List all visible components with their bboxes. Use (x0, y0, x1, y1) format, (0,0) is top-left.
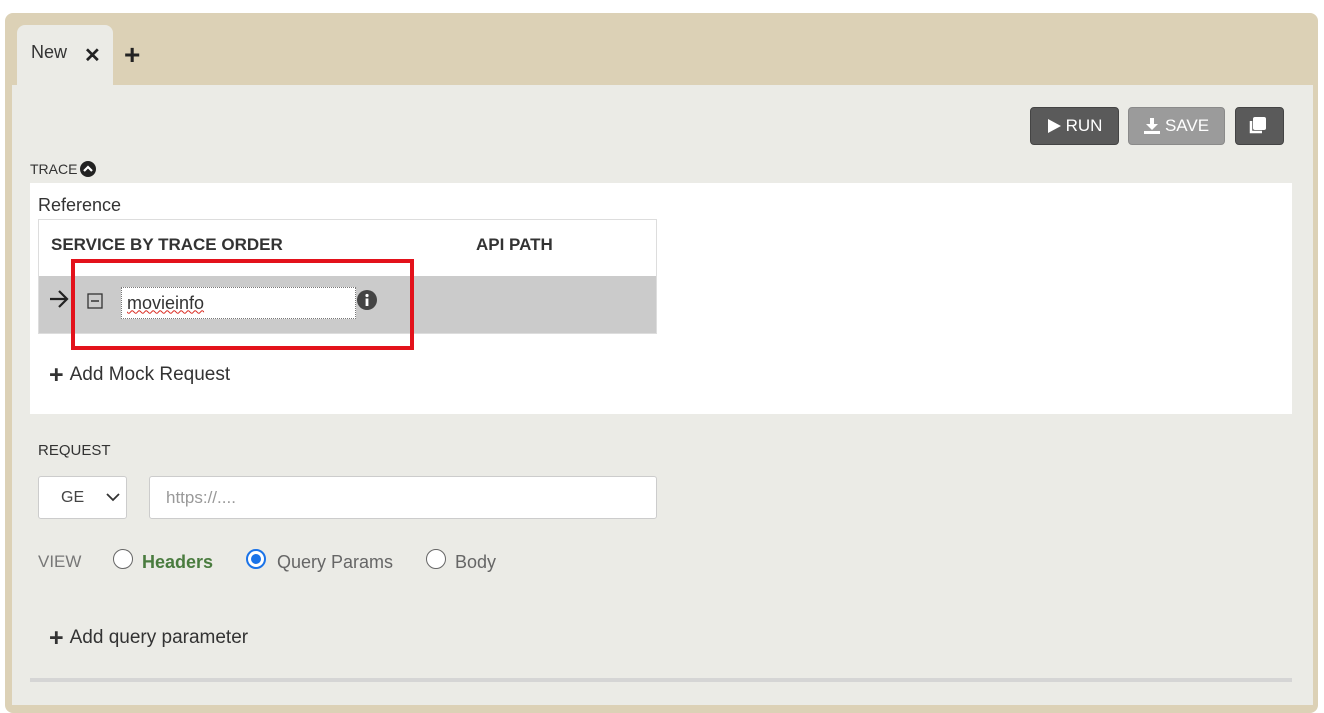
radio-label-query-params[interactable]: Query Params (277, 552, 393, 573)
play-icon (1047, 119, 1061, 133)
trace-header: TRACE (30, 161, 97, 177)
reference-label: Reference (38, 195, 122, 215)
add-query-parameter-label: Add query parameter (69, 627, 249, 648)
run-label: RUN (1065, 116, 1103, 135)
save-button[interactable]: SAVE (1128, 107, 1225, 145)
add-mock-request-button[interactable]: + Add Mock Request (49, 361, 231, 389)
method-value: GE (61, 488, 85, 506)
chevron-up-circle-icon[interactable] (80, 161, 97, 177)
radio-body[interactable] (426, 549, 446, 569)
url-input[interactable] (149, 476, 657, 519)
add-mock-label: Add Mock Request (69, 364, 231, 385)
plus-icon: + (49, 624, 64, 652)
radio-label-body[interactable]: Body (455, 552, 496, 573)
add-query-parameter-button[interactable]: + Add query parameter (49, 624, 249, 652)
method-select[interactable]: GE (38, 476, 127, 519)
radio-query-params[interactable] (246, 549, 266, 569)
arrow-right-icon[interactable] (49, 289, 69, 314)
divider (30, 678, 1292, 682)
radio-headers[interactable] (113, 549, 133, 569)
close-icon[interactable]: ✕ (84, 43, 101, 68)
trace-label: TRACE (30, 161, 78, 177)
download-icon (1143, 118, 1160, 134)
request-label: REQUEST (38, 442, 111, 459)
radio-label-headers[interactable]: Headers (142, 552, 213, 573)
tab-new[interactable]: New ✕ (17, 25, 113, 86)
run-button[interactable]: RUN (1030, 107, 1119, 145)
copy-button[interactable] (1235, 107, 1284, 145)
save-label: SAVE (1164, 116, 1210, 135)
column-header-service: SERVICE BY TRACE ORDER (51, 235, 283, 254)
plus-icon[interactable]: + (124, 40, 140, 70)
copy-icon (1249, 117, 1266, 134)
tab-label: New (31, 42, 68, 62)
column-header-api-path: API PATH (476, 235, 553, 254)
plus-icon: + (49, 361, 64, 389)
highlight-box (71, 259, 414, 350)
view-label: VIEW (38, 552, 82, 571)
chevron-down-icon (106, 493, 120, 502)
